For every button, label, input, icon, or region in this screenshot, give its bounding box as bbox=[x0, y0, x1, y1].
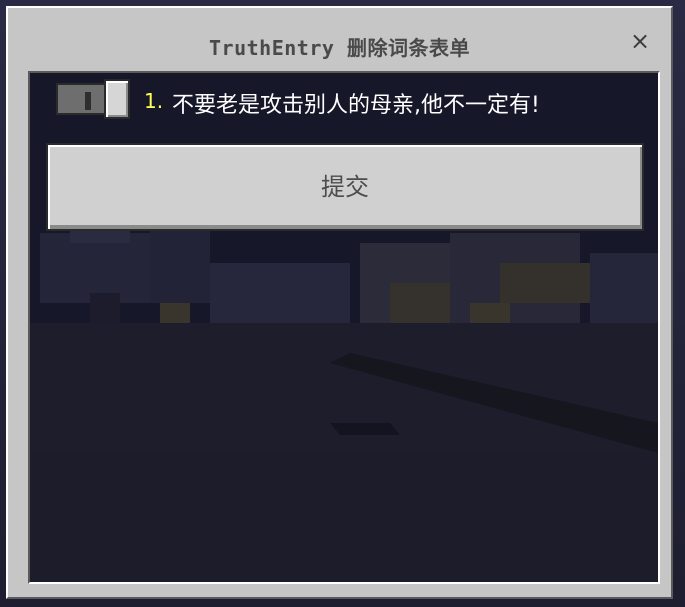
dialog-titlebar: TruthEntry 删除词条表单 × bbox=[8, 8, 671, 70]
entry-number: 1. bbox=[144, 89, 164, 113]
toggle-off-mark-icon bbox=[85, 92, 91, 110]
dialog-title: TruthEntry 删除词条表单 bbox=[209, 36, 470, 60]
close-icon[interactable]: × bbox=[627, 28, 653, 54]
dialog-content: 1. 不要老是攻击别人的母亲,他不一定有! 提交 bbox=[28, 71, 660, 584]
toggle-knob[interactable] bbox=[104, 79, 130, 119]
submit-button[interactable]: 提交 bbox=[46, 143, 644, 231]
entry-text: 不要老是攻击别人的母亲,他不一定有! bbox=[172, 93, 540, 118]
entry-toggle[interactable] bbox=[56, 79, 130, 119]
delete-entry-dialog: TruthEntry 删除词条表单 × 1. 不要老是攻击别人的母亲,他不一定有… bbox=[6, 6, 673, 599]
entry-row: 1. 不要老是攻击别人的母亲,他不一定有! bbox=[56, 77, 646, 123]
